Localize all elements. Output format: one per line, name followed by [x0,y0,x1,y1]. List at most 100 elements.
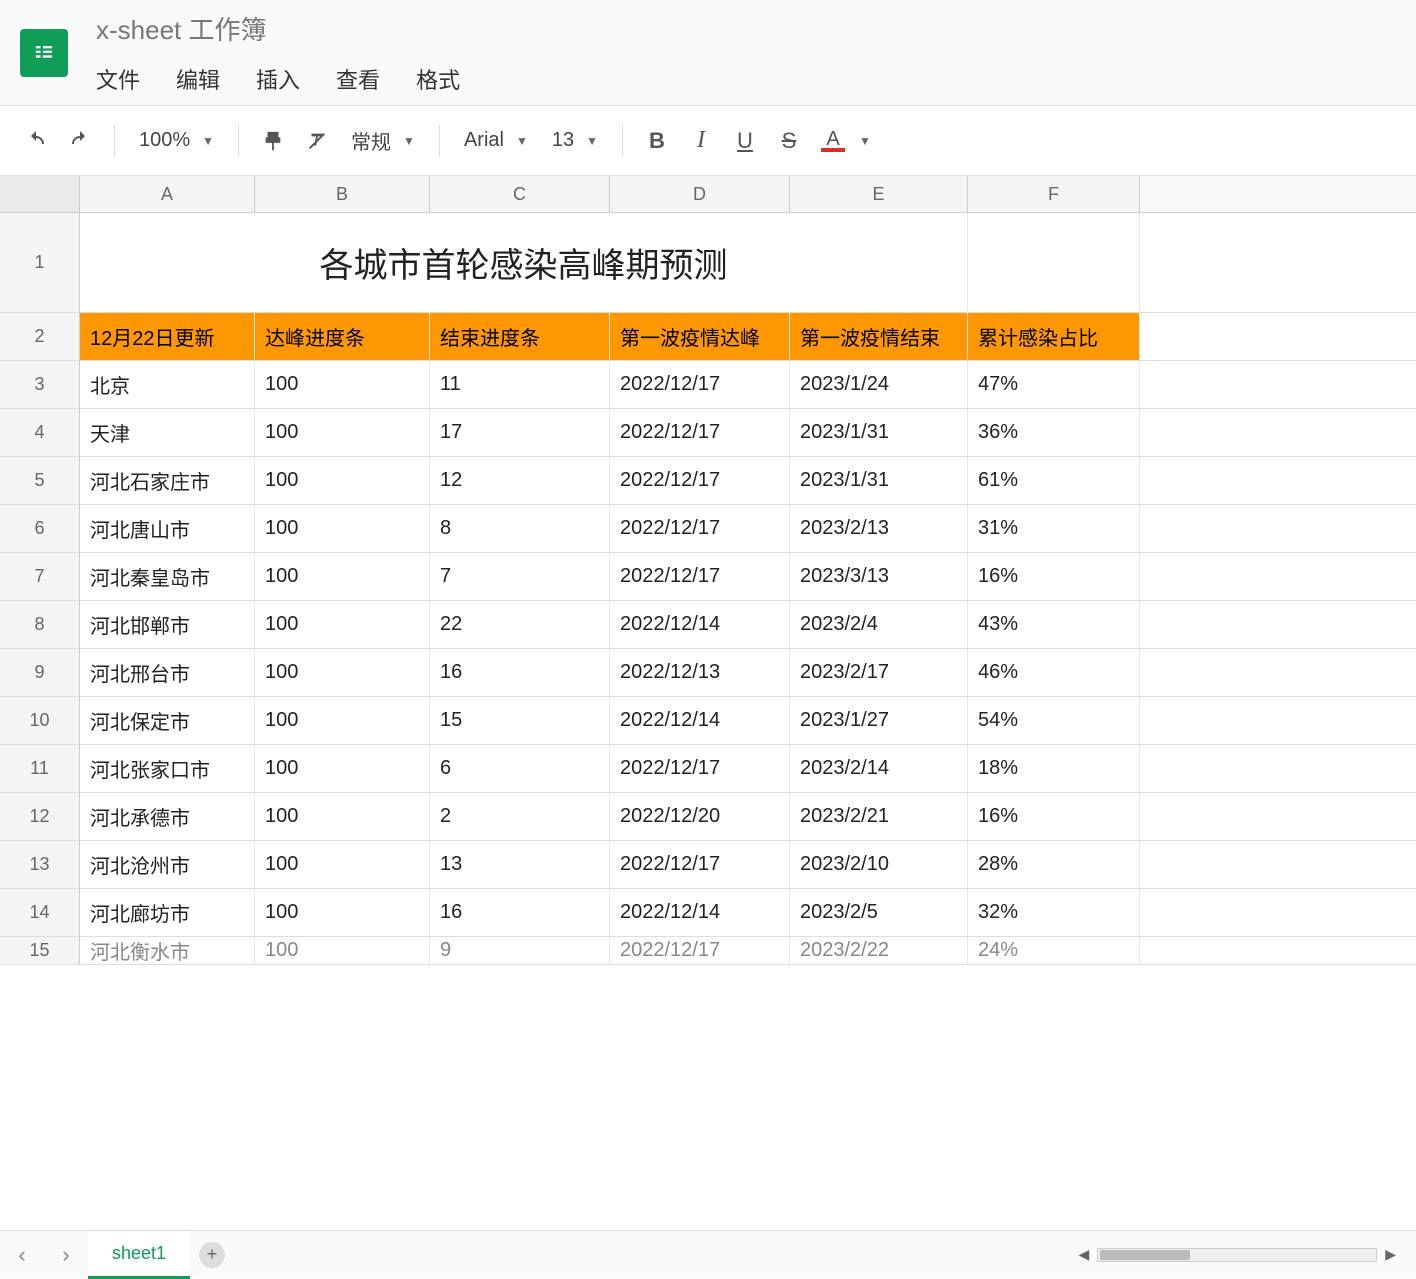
chevron-down-icon[interactable]: ▼ [859,134,871,148]
number-format-dropdown[interactable]: 常规 ▼ [343,126,423,155]
cell-D5[interactable]: 2022/12/17 [610,457,790,504]
cell-D2[interactable]: 第一波疫情达峰 [610,313,790,360]
menu-format[interactable]: 格式 [416,63,460,95]
row-header-9[interactable]: 9 [0,649,80,696]
cell-F11[interactable]: 18% [968,745,1140,792]
cell-F15[interactable]: 24% [968,937,1140,964]
font-size-dropdown[interactable]: 13 ▼ [544,129,606,152]
clear-format-button[interactable] [299,121,335,161]
cell-B7[interactable]: 100 [255,553,430,600]
cell-D4[interactable]: 2022/12/17 [610,409,790,456]
row-header-5[interactable]: 5 [0,457,80,504]
cell-F4[interactable]: 36% [968,409,1140,456]
cell-B13[interactable]: 100 [255,841,430,888]
row-header-7[interactable]: 7 [0,553,80,600]
cell-title-merged[interactable]: 各城市首轮感染高峰期预测 [80,213,968,312]
cell-F8[interactable]: 43% [968,601,1140,648]
cell-E13[interactable]: 2023/2/10 [790,841,968,888]
row-header-2[interactable]: 2 [0,313,80,360]
cell-B14[interactable]: 100 [255,889,430,936]
scroll-thumb[interactable] [1100,1250,1190,1260]
col-header-A[interactable]: A [80,176,255,212]
cell-D13[interactable]: 2022/12/17 [610,841,790,888]
cell-F5[interactable]: 61% [968,457,1140,504]
cell-C8[interactable]: 22 [430,601,610,648]
cell-B5[interactable]: 100 [255,457,430,504]
cell-E10[interactable]: 2023/1/27 [790,697,968,744]
cell-C15[interactable]: 9 [430,937,610,964]
tab-prev-button[interactable]: ‹ [0,1231,44,1279]
cell-D3[interactable]: 2022/12/17 [610,361,790,408]
cell-B9[interactable]: 100 [255,649,430,696]
cell-C7[interactable]: 7 [430,553,610,600]
cell-C12[interactable]: 2 [430,793,610,840]
cell-A9[interactable]: 河北邢台市 [80,649,255,696]
cell-A10[interactable]: 河北保定市 [80,697,255,744]
menu-file[interactable]: 文件 [96,63,140,95]
cell-D7[interactable]: 2022/12/17 [610,553,790,600]
cell-A7[interactable]: 河北秦皇岛市 [80,553,255,600]
row-header-8[interactable]: 8 [0,601,80,648]
undo-button[interactable] [18,121,54,161]
cell-C10[interactable]: 15 [430,697,610,744]
cell-A6[interactable]: 河北唐山市 [80,505,255,552]
select-all-corner[interactable] [0,176,80,212]
cell-E9[interactable]: 2023/2/17 [790,649,968,696]
row-header-1[interactable]: 1 [0,213,80,312]
italic-button[interactable]: I [683,121,719,161]
cell-A2[interactable]: 12月22日更新 [80,313,255,360]
cell-D12[interactable]: 2022/12/20 [610,793,790,840]
cell-D8[interactable]: 2022/12/14 [610,601,790,648]
cell-F1[interactable] [968,213,1140,312]
cell-D15[interactable]: 2022/12/17 [610,937,790,964]
row-header-6[interactable]: 6 [0,505,80,552]
strikethrough-button[interactable]: S [771,121,807,161]
bold-button[interactable]: B [639,121,675,161]
cell-E6[interactable]: 2023/2/13 [790,505,968,552]
cell-E12[interactable]: 2023/2/21 [790,793,968,840]
cell-C6[interactable]: 8 [430,505,610,552]
row-header-15[interactable]: 15 [0,937,80,964]
cell-B15[interactable]: 100 [255,937,430,964]
cell-D14[interactable]: 2022/12/14 [610,889,790,936]
col-header-E[interactable]: E [790,176,968,212]
cell-A4[interactable]: 天津 [80,409,255,456]
row-header-11[interactable]: 11 [0,745,80,792]
cell-C5[interactable]: 12 [430,457,610,504]
cell-B11[interactable]: 100 [255,745,430,792]
cell-C11[interactable]: 6 [430,745,610,792]
cell-B8[interactable]: 100 [255,601,430,648]
cell-E8[interactable]: 2023/2/4 [790,601,968,648]
cell-A14[interactable]: 河北廊坊市 [80,889,255,936]
cell-E3[interactable]: 2023/1/24 [790,361,968,408]
add-sheet-button[interactable]: + [190,1231,234,1279]
cell-A11[interactable]: 河北张家口市 [80,745,255,792]
cell-F2[interactable]: 累计感染占比 [968,313,1140,360]
row-header-4[interactable]: 4 [0,409,80,456]
underline-button[interactable]: U [727,121,763,161]
menu-view[interactable]: 查看 [336,63,380,95]
cell-B10[interactable]: 100 [255,697,430,744]
cell-E11[interactable]: 2023/2/14 [790,745,968,792]
col-header-C[interactable]: C [430,176,610,212]
cell-C4[interactable]: 17 [430,409,610,456]
paint-format-button[interactable] [255,121,291,161]
col-header-D[interactable]: D [610,176,790,212]
cell-C9[interactable]: 16 [430,649,610,696]
col-header-B[interactable]: B [255,176,430,212]
cell-E7[interactable]: 2023/3/13 [790,553,968,600]
col-header-F[interactable]: F [968,176,1140,212]
cell-B6[interactable]: 100 [255,505,430,552]
cell-E14[interactable]: 2023/2/5 [790,889,968,936]
cell-F14[interactable]: 32% [968,889,1140,936]
cell-C13[interactable]: 13 [430,841,610,888]
cell-A8[interactable]: 河北邯郸市 [80,601,255,648]
cell-F13[interactable]: 28% [968,841,1140,888]
cell-B12[interactable]: 100 [255,793,430,840]
font-color-button[interactable]: A [815,121,851,161]
cell-F12[interactable]: 16% [968,793,1140,840]
tab-next-button[interactable]: › [44,1231,88,1279]
cell-C3[interactable]: 11 [430,361,610,408]
cell-A15[interactable]: 河北衡水市 [80,937,255,964]
cell-B2[interactable]: 达峰进度条 [255,313,430,360]
